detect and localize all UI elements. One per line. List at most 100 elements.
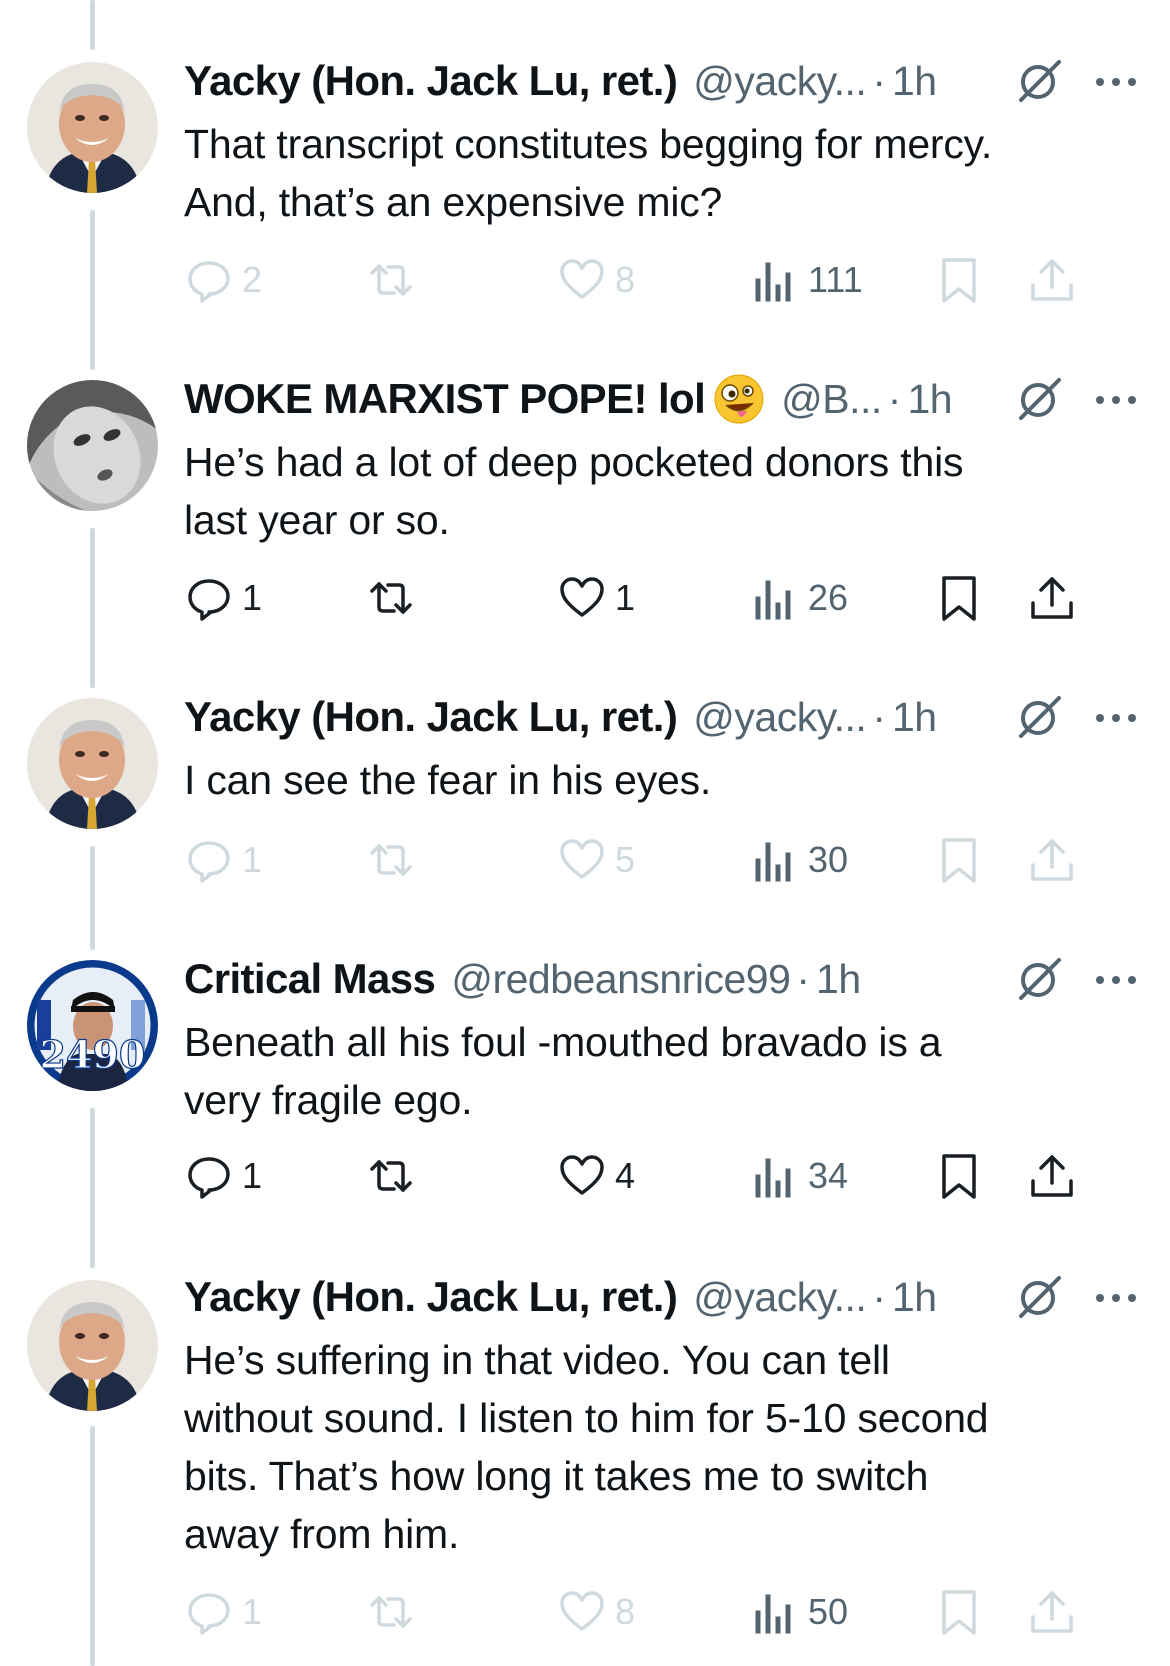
reply-icon (188, 1593, 230, 1635)
repost-button[interactable] (366, 572, 416, 624)
bookmark-button[interactable] (934, 1150, 984, 1202)
display-name[interactable]: Critical Mass (184, 955, 436, 1003)
display-name[interactable]: Yacky (Hon. Jack Lu, ret.) (184, 57, 678, 105)
like-button[interactable]: 1 (557, 572, 635, 624)
timestamp[interactable]: 1h (892, 694, 937, 741)
more-icon[interactable] (1093, 390, 1139, 410)
views-button[interactable]: 50 (750, 1586, 848, 1638)
like-count: 5 (615, 839, 636, 880)
like-button[interactable]: 5 (557, 834, 635, 886)
like-count: 8 (615, 259, 636, 300)
action-bar: 1 1 26 (184, 572, 1144, 624)
grok-icon[interactable] (1015, 1272, 1065, 1322)
repost-icon (370, 1160, 412, 1192)
action-bar: 2 8 111 (184, 254, 1144, 306)
avatar[interactable] (27, 62, 158, 193)
reply-icon (188, 579, 230, 621)
reply-icon (188, 1157, 230, 1199)
repost-icon (370, 1596, 412, 1628)
handle[interactable]: @yacky... (693, 694, 867, 741)
like-icon (560, 839, 604, 879)
bookmark-button[interactable] (934, 1586, 984, 1638)
display-name[interactable]: Yacky (Hon. Jack Lu, ret.) (184, 1273, 678, 1321)
text-line: That transcript constitutes begging for … (184, 121, 993, 167)
share-button[interactable] (1027, 834, 1077, 886)
post[interactable]: Yacky (Hon. Jack Lu, ret.) @yacky... · 1… (0, 1214, 1170, 1666)
avatar[interactable]: 2490 (27, 960, 158, 1091)
more-icon[interactable] (1093, 708, 1139, 728)
repost-button[interactable] (366, 1150, 416, 1202)
views-icon (755, 1158, 791, 1198)
text-line: He’s had a lot of deep pocketed donors t… (184, 439, 964, 485)
like-icon (560, 259, 604, 299)
bookmark-button[interactable] (934, 572, 984, 624)
bookmark-icon (942, 1154, 976, 1199)
views-button[interactable]: 34 (750, 1150, 848, 1202)
grok-icon[interactable] (1015, 56, 1065, 106)
timestamp[interactable]: 1h (892, 58, 937, 105)
avatar[interactable] (27, 1280, 158, 1411)
bookmark-icon (942, 258, 976, 303)
grok-icon[interactable] (1015, 954, 1065, 1004)
handle[interactable]: @B... (781, 376, 882, 423)
share-button[interactable] (1027, 254, 1077, 306)
share-button[interactable] (1027, 1586, 1077, 1638)
share-icon (1031, 1591, 1073, 1633)
display-name[interactable]: WOKE MARXIST POPE! lol (184, 375, 706, 423)
reply-button[interactable]: 1 (184, 834, 262, 886)
views-icon (755, 1594, 791, 1634)
post-header: Yacky (Hon. Jack Lu, ret.) @yacky... · 1… (184, 56, 937, 106)
handle[interactable]: @redbeansnrice99 (451, 956, 791, 1003)
bookmark-button[interactable] (934, 834, 984, 886)
more-icon[interactable] (1093, 1288, 1139, 1308)
text-line: last year or so. (184, 497, 450, 543)
share-button[interactable] (1027, 1150, 1077, 1202)
avatar[interactable] (27, 698, 158, 829)
reply-count: 1 (242, 839, 263, 880)
text-line: away from him. (184, 1511, 460, 1557)
view-count: 111 (808, 259, 863, 300)
repost-button[interactable] (366, 1586, 416, 1638)
reply-button[interactable]: 1 (184, 1150, 262, 1202)
reply-button[interactable]: 1 (184, 572, 262, 624)
post[interactable]: WOKE MARXIST POPE! lol @B... · 1h He’s h… (0, 318, 1170, 636)
grok-icon[interactable] (1015, 374, 1065, 424)
post[interactable]: Yacky (Hon. Jack Lu, ret.) @yacky... · 1… (0, 0, 1170, 318)
like-button[interactable]: 8 (557, 1586, 635, 1638)
display-name[interactable]: Yacky (Hon. Jack Lu, ret.) (184, 693, 678, 741)
more-icon[interactable] (1093, 72, 1139, 92)
timestamp[interactable]: 1h (816, 956, 861, 1003)
repost-icon (370, 264, 412, 296)
like-count: 4 (615, 1155, 636, 1196)
reply-count: 1 (242, 1155, 263, 1196)
post-header: Critical Mass @redbeansnrice99 · 1h (184, 954, 861, 1004)
views-button[interactable]: 111 (750, 254, 863, 306)
avatar[interactable] (27, 380, 158, 511)
post-text: That transcript constitutes begging for … (184, 115, 1124, 231)
post[interactable]: Yacky (Hon. Jack Lu, ret.) @yacky... · 1… (0, 636, 1170, 898)
timestamp[interactable]: 1h (907, 376, 952, 423)
share-button[interactable] (1027, 572, 1077, 624)
repost-button[interactable] (366, 254, 416, 306)
reply-count: 1 (242, 577, 263, 618)
like-count: 1 (615, 577, 636, 618)
more-icon[interactable] (1093, 970, 1139, 990)
bookmark-button[interactable] (934, 254, 984, 306)
action-bar: 1 8 50 (184, 1586, 1144, 1638)
reply-button[interactable]: 1 (184, 1586, 262, 1638)
grok-icon[interactable] (1015, 692, 1065, 742)
like-button[interactable]: 8 (557, 254, 635, 306)
separator: · (872, 1273, 886, 1320)
handle[interactable]: @yacky... (693, 1274, 867, 1321)
views-button[interactable]: 30 (750, 834, 848, 886)
reply-button[interactable]: 2 (184, 254, 262, 306)
like-icon (560, 1155, 604, 1195)
timestamp[interactable]: 1h (892, 1274, 937, 1321)
post[interactable]: 2490 Critical Mass @redbeansnrice99 · 1h… (0, 898, 1170, 1214)
handle[interactable]: @yacky... (693, 58, 867, 105)
zany-face-emoji (714, 374, 764, 424)
views-button[interactable]: 26 (750, 572, 848, 624)
like-button[interactable]: 4 (557, 1150, 635, 1202)
repost-button[interactable] (366, 834, 416, 886)
action-bar: 1 4 34 (184, 1150, 1144, 1202)
